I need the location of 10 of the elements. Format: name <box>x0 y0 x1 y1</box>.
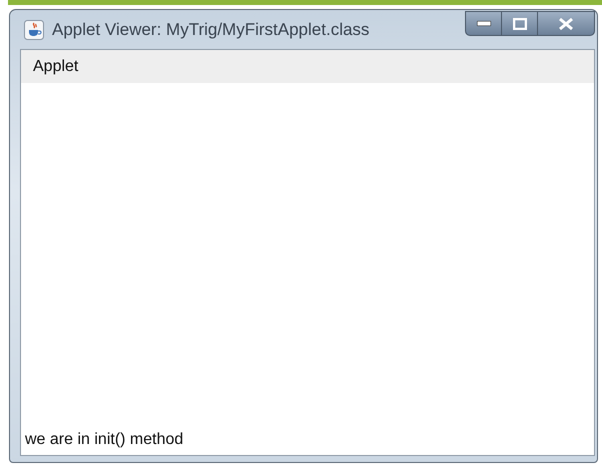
close-icon <box>558 16 574 30</box>
window-title: Applet Viewer: MyTrig/MyFirstApplet.class <box>52 20 370 40</box>
maximize-icon <box>512 18 526 30</box>
menu-item[interactable]: Applet <box>27 58 84 76</box>
coffee-cup-icon <box>24 20 44 40</box>
maximize-button[interactable] <box>501 11 538 36</box>
minimize-icon <box>476 21 490 26</box>
minimize-button[interactable] <box>465 11 502 36</box>
status-message: we are in init() method <box>25 431 184 449</box>
close-button[interactable] <box>537 11 595 36</box>
